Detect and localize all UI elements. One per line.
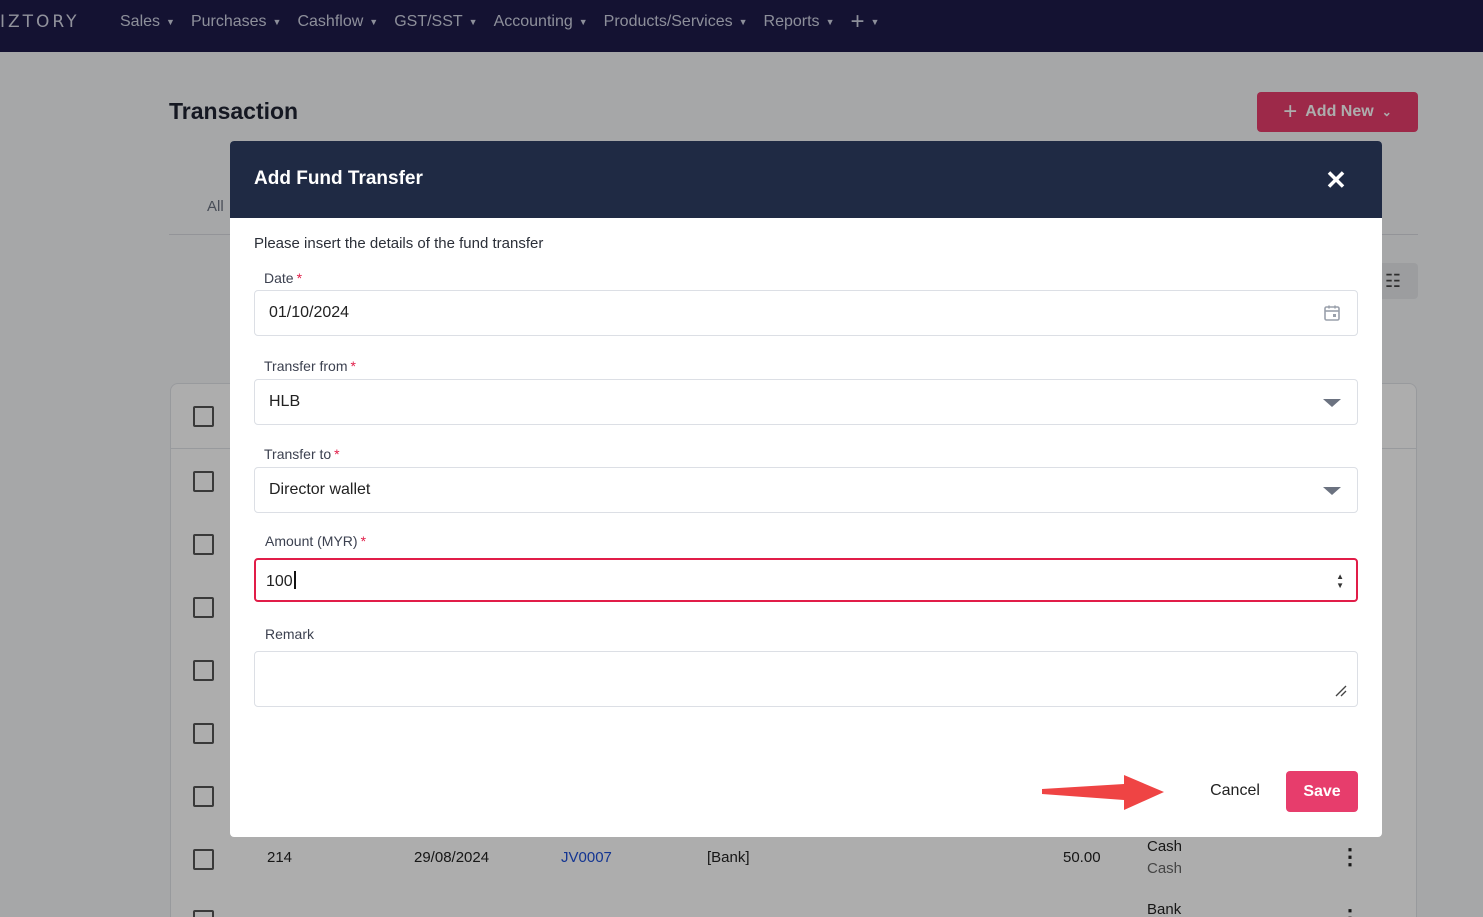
close-icon[interactable]: ✕ xyxy=(1322,166,1350,194)
amount-label: Amount (MYR) * xyxy=(265,533,367,549)
remark-label: Remark xyxy=(265,626,315,642)
transfer-from-label: Transfer from * xyxy=(264,358,356,374)
dropdown-arrow-icon xyxy=(1323,399,1341,407)
dropdown-arrow-icon xyxy=(1323,487,1341,495)
text-cursor xyxy=(293,571,296,589)
annotation-arrow-icon xyxy=(1042,775,1164,810)
cancel-button[interactable]: Cancel xyxy=(1199,771,1271,811)
transfer-to-select[interactable]: Director wallet xyxy=(254,467,1358,513)
amount-input[interactable]: 100 ▲ ▼ xyxy=(254,558,1358,602)
transfer-from-value: HLB xyxy=(269,393,301,410)
dialog-title: Add Fund Transfer xyxy=(254,168,423,189)
dialog-header: Add Fund Transfer ✕ xyxy=(230,141,1382,218)
dialog-intro-text: Please insert the details of the fund tr… xyxy=(254,235,544,252)
date-field[interactable]: 01/10/2024 xyxy=(254,290,1358,336)
remark-textarea[interactable] xyxy=(254,651,1358,707)
transfer-to-value: Director wallet xyxy=(269,481,371,498)
amount-value: 100 xyxy=(266,571,296,591)
date-value: 01/10/2024 xyxy=(269,304,350,321)
transfer-to-label: Transfer to * xyxy=(264,446,340,462)
number-spinner-icon[interactable]: ▲ ▼ xyxy=(1336,572,1344,590)
resize-handle-icon[interactable] xyxy=(1335,685,1347,697)
transfer-from-select[interactable]: HLB xyxy=(254,379,1358,425)
add-fund-transfer-dialog: Add Fund Transfer ✕ Please insert the de… xyxy=(230,141,1382,837)
date-label: Date * xyxy=(264,270,303,286)
save-button[interactable]: Save xyxy=(1286,771,1358,812)
calendar-icon[interactable] xyxy=(1323,304,1341,322)
